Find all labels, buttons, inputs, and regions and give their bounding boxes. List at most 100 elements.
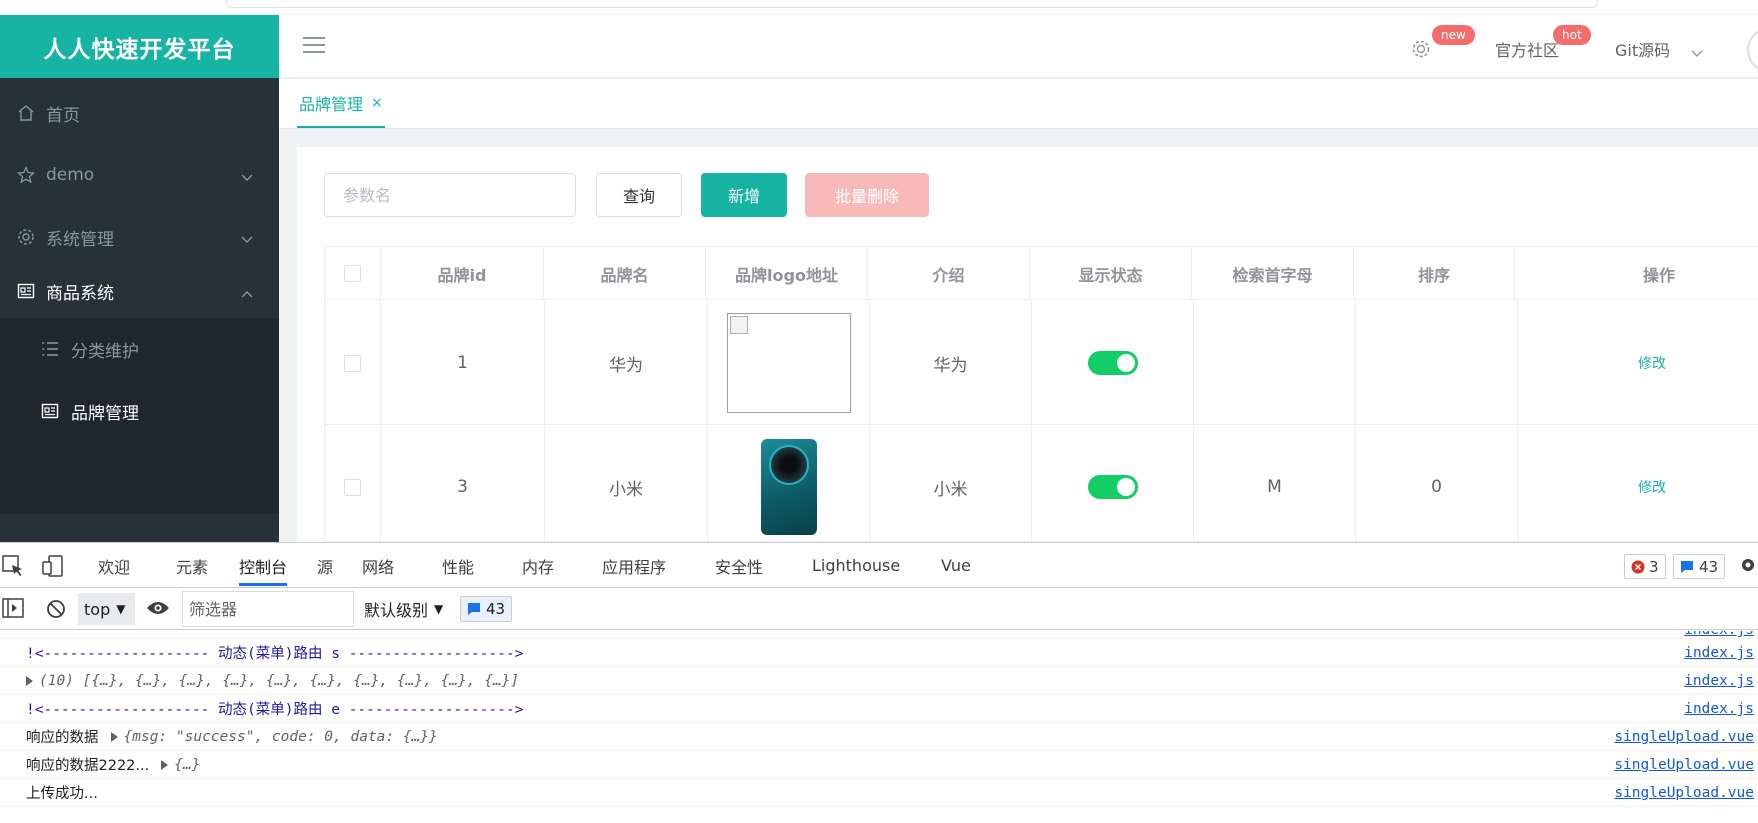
sidebar-item-label: 首页 xyxy=(46,105,80,126)
console-log-line[interactable]: 响应的数据 {msg: "success", code: 0, data: {…… xyxy=(0,723,1758,751)
star-icon xyxy=(16,165,36,185)
devtools-tab-performance[interactable]: 性能 xyxy=(442,543,474,588)
select-all-checkbox[interactable] xyxy=(344,265,361,282)
column-header: 显示状态 xyxy=(1030,247,1192,300)
log-source-link[interactable]: index.js xyxy=(1684,639,1758,667)
sidebar-item-label: 系统管理 xyxy=(46,229,114,250)
sidebar-item-demo[interactable]: demo xyxy=(0,140,279,210)
chevron-down-icon[interactable] xyxy=(1691,43,1703,62)
cell-id: 3 xyxy=(381,425,545,541)
cell-id: 1 xyxy=(381,301,545,425)
message-count-badge[interactable]: 43 xyxy=(1673,554,1726,579)
log-source-link[interactable]: singleUpload.vue xyxy=(1614,779,1758,807)
inspect-element-icon[interactable] xyxy=(2,555,24,577)
eye-icon[interactable] xyxy=(146,600,170,616)
devtools-tab-network[interactable]: 网络 xyxy=(362,543,394,588)
product-icon xyxy=(16,281,36,301)
devtools-tab-elements[interactable]: 元素 xyxy=(176,543,208,588)
message-icon xyxy=(1681,560,1693,573)
log-source-link[interactable]: singleUpload.vue xyxy=(1614,723,1758,751)
log-source-link[interactable]: index.js xyxy=(1684,667,1758,695)
devtools-tab-console[interactable]: 控制台 xyxy=(239,543,288,588)
error-count-badge[interactable]: 3 xyxy=(1624,554,1666,579)
cell-name: 华为 xyxy=(545,301,708,425)
row-select[interactable] xyxy=(325,425,381,541)
table-row: 1 华为 华为 修改 xyxy=(325,301,1758,425)
expand-triangle-icon[interactable] xyxy=(110,731,118,742)
message-icon xyxy=(468,603,480,615)
devtools-tab-sources[interactable]: 源 xyxy=(317,543,333,588)
git-source-link[interactable]: Git源码 xyxy=(1615,37,1670,61)
error-count: 3 xyxy=(1649,557,1659,576)
cell-first-letter xyxy=(1194,301,1356,425)
sidebar-item-category[interactable]: 分类维护 xyxy=(0,318,279,380)
cell-desc: 华为 xyxy=(870,301,1032,425)
show-status-switch[interactable] xyxy=(1087,475,1138,499)
column-header: 介绍 xyxy=(868,247,1030,300)
devtools-tab-lighthouse[interactable]: Lighthouse xyxy=(812,543,900,588)
sidebar-item-label: 商品系统 xyxy=(46,283,114,304)
devtools-settings-gear-icon[interactable] xyxy=(1738,555,1758,575)
sidebar-item-home[interactable]: 首页 xyxy=(0,78,279,148)
log-level-select[interactable]: 默认级别 ▼ xyxy=(364,588,443,630)
expand-triangle-icon[interactable] xyxy=(26,675,33,686)
filter-count: 43 xyxy=(486,600,506,618)
brand-title[interactable]: 人人快速开发平台 xyxy=(0,15,279,78)
query-button[interactable]: 查询 xyxy=(596,173,682,217)
dropdown-arrow-icon: ▼ xyxy=(434,602,444,616)
show-status-switch[interactable] xyxy=(1087,351,1138,375)
devtools-tab-memory[interactable]: 内存 xyxy=(522,543,554,588)
sidebar-item-brand[interactable]: 品牌管理 xyxy=(0,380,279,442)
cell-logo xyxy=(708,425,870,541)
devtools-tab-security[interactable]: 安全性 xyxy=(715,543,763,588)
log-level-label: 默认级别 xyxy=(364,601,429,620)
close-icon[interactable]: × xyxy=(371,95,383,111)
community-link[interactable]: 官方社区 xyxy=(1495,37,1559,61)
log-source-link[interactable]: index.js xyxy=(1684,631,1758,639)
log-source-link[interactable]: singleUpload.vue xyxy=(1614,751,1758,779)
edit-link[interactable]: 修改 xyxy=(1638,353,1666,373)
edit-link[interactable]: 修改 xyxy=(1638,477,1666,497)
console-log-line[interactable]: (10) [{…}, {…}, {…}, {…}, {…}, {…}, {…},… xyxy=(0,667,1758,695)
clear-console-icon[interactable] xyxy=(46,599,66,619)
filter-message-count[interactable]: 43 xyxy=(460,596,513,622)
add-button[interactable]: 新增 xyxy=(701,173,787,217)
console-log-line: index.js xyxy=(0,631,1758,639)
table-row: 3 小米 小米 M 0 修改 xyxy=(325,425,1758,541)
device-toolbar-icon[interactable] xyxy=(42,555,64,577)
console-filter-input[interactable] xyxy=(182,591,354,627)
log-source-link[interactable]: index.js xyxy=(1684,695,1758,723)
devtools-tab-application[interactable]: 应用程序 xyxy=(602,543,666,588)
chevron-down-icon xyxy=(241,229,253,249)
sidebar-item-product[interactable]: 商品系统 xyxy=(0,256,279,326)
column-header: 检索首字母 xyxy=(1192,247,1354,300)
avatar[interactable] xyxy=(1747,27,1758,73)
app-window: 人人快速开发平台 首页 demo 系统管理 商品系统 分类维护 品牌管理 new… xyxy=(0,0,1758,542)
submenu-product: 分类维护 品牌管理 xyxy=(0,318,279,514)
sidebar-toggle-icon[interactable] xyxy=(2,598,24,618)
cell-desc: 小米 xyxy=(870,425,1032,541)
row-select[interactable] xyxy=(325,301,381,425)
log-text: (10) [{…}, {…}, {…}, {…}, {…}, {…}, {…},… xyxy=(39,672,520,689)
tab-brand-management[interactable]: 品牌管理 × xyxy=(297,79,385,128)
header-select-all[interactable] xyxy=(325,247,381,300)
console-log-line[interactable]: 响应的数据2222... {…} singleUpload.vue xyxy=(0,751,1758,779)
row-checkbox[interactable] xyxy=(344,354,361,372)
settings-gear-icon[interactable] xyxy=(1411,39,1431,63)
broken-image-icon xyxy=(726,313,851,413)
context-select[interactable]: top ▼ xyxy=(78,593,135,625)
content-card: 查询 新增 批量删除 品牌id 品牌名 品牌logo地址 介绍 显示状态 检索首… xyxy=(297,147,1758,542)
home-icon xyxy=(16,103,36,123)
expand-triangle-icon[interactable] xyxy=(161,759,169,770)
column-header: 品牌logo地址 xyxy=(706,247,868,300)
row-checkbox[interactable] xyxy=(344,478,361,496)
devtools-panel: 欢迎 元素 控制台 源 网络 性能 内存 应用程序 安全性 Lighthouse… xyxy=(0,542,1758,822)
search-input[interactable] xyxy=(324,173,576,217)
error-icon xyxy=(1631,560,1645,573)
devtools-tab-welcome[interactable]: 欢迎 xyxy=(98,543,130,588)
devtools-tab-vue[interactable]: Vue xyxy=(941,543,971,588)
hamburger-icon[interactable] xyxy=(303,37,325,57)
product-icon xyxy=(41,401,61,421)
batch-delete-button[interactable]: 批量删除 xyxy=(805,173,929,217)
column-header: 品牌名 xyxy=(544,247,706,300)
